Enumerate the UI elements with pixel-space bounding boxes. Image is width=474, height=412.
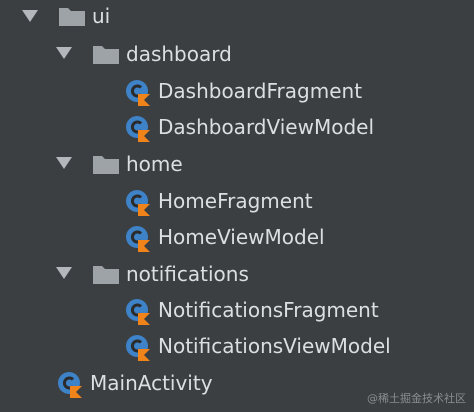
project-tree: ui dashboard DashboardFragment Dashboard…: [0, 0, 474, 412]
folder-icon: [93, 156, 119, 174]
tree-node-notifications[interactable]: notifications: [0, 256, 474, 290]
tree-node-label: home: [126, 152, 183, 176]
tree-node-home[interactable]: home: [0, 146, 474, 180]
tree-node-label: MainActivity: [90, 371, 213, 395]
folder-icon: [93, 266, 119, 284]
kotlin-class-icon: [126, 116, 150, 142]
tree-node-dashboard[interactable]: dashboard: [0, 36, 474, 70]
kotlin-class-icon: [58, 372, 82, 398]
tree-node-label: notifications: [126, 262, 249, 286]
tree-node-label: NotificationsFragment: [158, 298, 379, 322]
expand-arrow-icon[interactable]: [56, 47, 72, 59]
tree-node-label: NotificationsViewModel: [158, 334, 391, 358]
tree-node-label: HomeFragment: [158, 189, 313, 213]
folder-icon: [59, 8, 85, 26]
kotlin-class-icon: [126, 299, 150, 325]
tree-node-file[interactable]: NotificationsFragment: [0, 293, 474, 327]
tree-node-label: DashboardFragment: [158, 79, 363, 103]
tree-node-file[interactable]: HomeFragment: [0, 184, 474, 218]
tree-node-ui[interactable]: ui: [0, 0, 474, 34]
expand-arrow-icon[interactable]: [56, 267, 72, 279]
expand-arrow-icon[interactable]: [56, 157, 72, 169]
watermark: @稀土掘金技术社区: [367, 392, 466, 405]
tree-node-label: HomeViewModel: [158, 225, 325, 249]
tree-node-label: ui: [92, 4, 111, 28]
expand-arrow-icon[interactable]: [22, 10, 38, 22]
tree-node-file[interactable]: DashboardFragment: [0, 74, 474, 108]
kotlin-class-icon: [126, 335, 150, 361]
tree-node-label: dashboard: [126, 42, 232, 66]
kotlin-class-icon: [126, 190, 150, 216]
tree-node-file[interactable]: HomeViewModel: [0, 220, 474, 254]
tree-node-file[interactable]: NotificationsViewModel: [0, 329, 474, 363]
kotlin-class-icon: [126, 80, 150, 106]
folder-icon: [93, 46, 119, 64]
kotlin-class-icon: [126, 226, 150, 252]
tree-node-file[interactable]: DashboardViewModel: [0, 110, 474, 144]
tree-node-label: DashboardViewModel: [158, 115, 375, 139]
